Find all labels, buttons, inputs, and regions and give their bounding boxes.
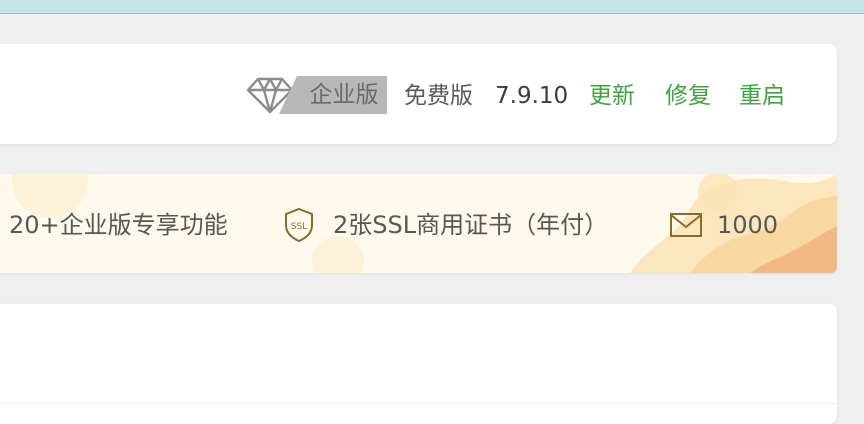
enterprise-badge: 企业版	[279, 76, 387, 114]
svg-text:SSL: SSL	[291, 222, 307, 232]
content-panel	[0, 304, 837, 424]
enterprise-features-text: 20+企业版专享功能	[9, 211, 228, 239]
update-link[interactable]: 更新	[589, 78, 635, 114]
restart-link[interactable]: 重启	[739, 78, 785, 114]
mail-count: 1000	[717, 211, 779, 239]
mail-icon	[670, 213, 702, 237]
free-edition-label: 免费版	[404, 83, 473, 109]
panel-divider	[0, 403, 837, 404]
repair-link[interactable]: 修复	[665, 78, 711, 114]
ssl-icon: SSL	[285, 207, 313, 243]
version-number: 7.9.10	[495, 83, 569, 109]
ssl-certificate-text: 2张SSL商用证书（年付）	[333, 211, 609, 239]
enterprise-badge-label: 企业版	[309, 82, 379, 108]
top-strip	[0, 0, 864, 14]
